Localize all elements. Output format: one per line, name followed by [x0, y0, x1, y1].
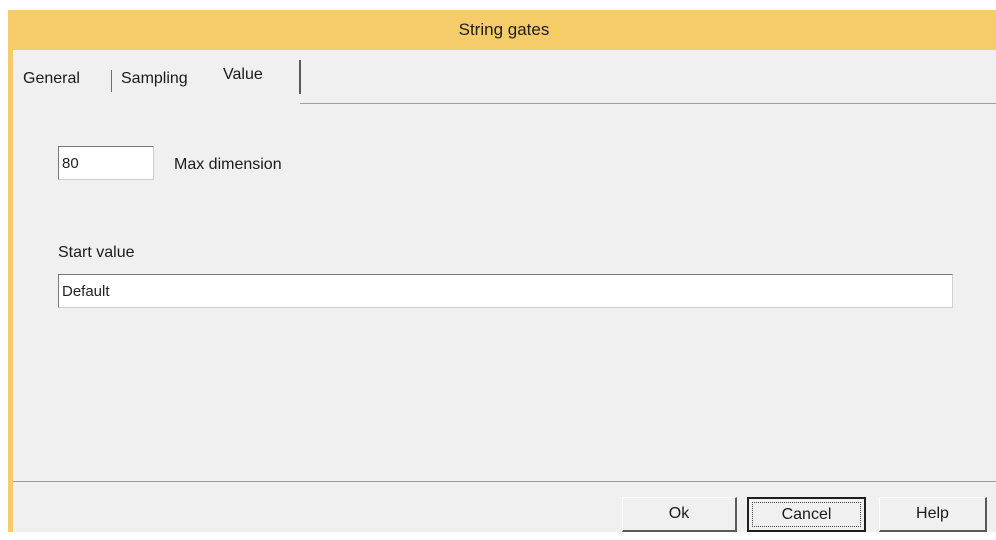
tab-strip: General Sampling Value [13, 58, 996, 104]
tab-divider [111, 70, 112, 92]
title-bar[interactable]: String gates [8, 10, 996, 50]
window-title: String gates [458, 20, 550, 39]
ok-button[interactable]: Ok [622, 497, 737, 532]
max-dimension-input[interactable] [58, 146, 154, 180]
cancel-button[interactable]: Cancel [747, 497, 866, 532]
dialog-window: String gates General Sampling Value Max … [0, 0, 996, 540]
start-value-input[interactable] [58, 274, 953, 308]
max-dimension-label: Max dimension [174, 156, 282, 173]
cancel-button-label: Cancel [752, 502, 861, 527]
tab-value[interactable]: Value [223, 66, 263, 84]
tab-general[interactable]: General [23, 70, 80, 88]
tab-active-edge [299, 60, 301, 94]
help-button[interactable]: Help [879, 497, 987, 532]
tab-sampling[interactable]: Sampling [121, 70, 188, 88]
dialog-client-area: General Sampling Value Max dimension Sta… [13, 50, 996, 532]
start-value-label: Start value [58, 244, 135, 261]
